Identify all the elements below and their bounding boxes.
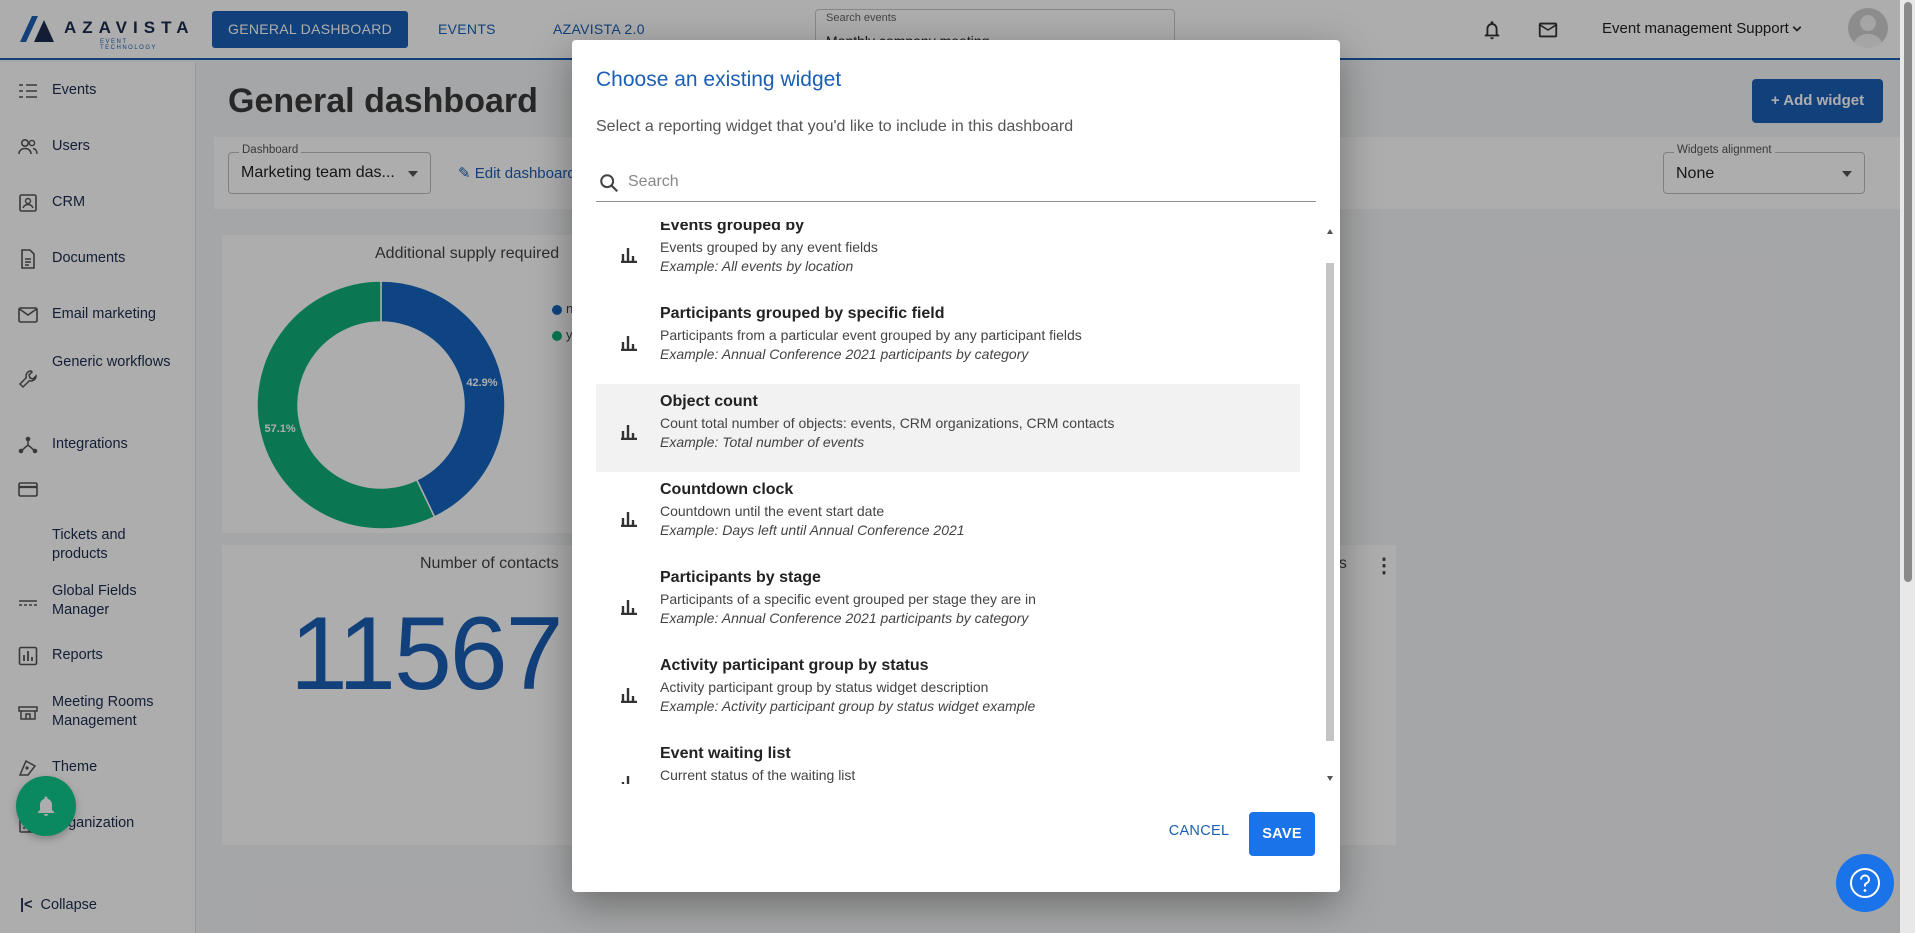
widget-list-scrollbar-thumb[interactable] <box>1326 263 1334 741</box>
widget-search[interactable] <box>596 164 1316 202</box>
bar-chart-icon <box>621 600 637 615</box>
bar-chart-icon <box>621 425 637 440</box>
widget-search-input[interactable] <box>628 170 1308 194</box>
widget-option-example: Example: Days left until Annual Conferen… <box>660 522 965 538</box>
widget-list: Events grouped by Events grouped by any … <box>596 222 1316 784</box>
page-scrollbar-thumb[interactable] <box>1904 2 1912 582</box>
widget-option-title: Participants grouped by specific field <box>660 305 945 322</box>
widget-option-participants-grouped[interactable]: Participants grouped by specific field P… <box>596 305 1300 393</box>
widget-option-description: Current status of the waiting list <box>660 767 856 783</box>
widget-option-example: Example: All events by location <box>660 258 854 274</box>
widget-option-description: Count total number of objects: events, C… <box>660 415 1115 431</box>
widget-option-title: Participants by stage <box>660 569 821 586</box>
widget-option-description: Participants of a specific event grouped… <box>660 591 1036 607</box>
bar-chart-icon <box>621 776 635 784</box>
widget-option-example: Example: Annual Conference 2021 particip… <box>660 346 1029 362</box>
widget-option-title: Activity participant group by status <box>660 657 929 674</box>
page-scrollbar[interactable] <box>1900 0 1915 933</box>
widget-option-title: Countdown clock <box>660 481 794 498</box>
widget-option-title: Event waiting list <box>660 745 791 762</box>
widget-option-example: Example: Activity participant group by s… <box>660 698 1036 714</box>
widget-option-activity-participant-group[interactable]: Activity participant group by status Act… <box>596 657 1300 745</box>
bar-chart-icon <box>621 336 637 351</box>
widget-option-participants-by-stage[interactable]: Participants by stage Participants of a … <box>596 569 1300 657</box>
cancel-button[interactable]: CANCEL <box>1162 813 1236 849</box>
dialog-subtitle: Select a reporting widget that you'd lik… <box>596 118 1074 135</box>
widget-option-description: Events grouped by any event fields <box>660 239 878 255</box>
widget-option-title: Object count <box>660 393 758 410</box>
search-icon <box>600 174 619 193</box>
help-fab[interactable] <box>1836 854 1894 912</box>
dialog-title: Choose an existing widget <box>596 68 842 91</box>
widget-option-object-count[interactable]: Object count Count total number of objec… <box>596 384 1300 472</box>
widget-option-events-grouped-by[interactable]: Events grouped by Events grouped by any … <box>596 222 1300 305</box>
scroll-up-arrow-icon[interactable] <box>1327 229 1333 234</box>
help-icon <box>1850 868 1880 898</box>
scroll-down-arrow-icon[interactable] <box>1327 776 1333 781</box>
bar-chart-icon <box>621 688 637 703</box>
widget-option-event-waiting-list[interactable]: Event waiting list Current status of the… <box>596 745 1300 784</box>
widget-option-example: Example: Total number of events <box>660 434 865 450</box>
widget-option-description: Countdown until the event start date <box>660 503 885 519</box>
choose-widget-dialog: Choose an existing widget Select a repor… <box>572 40 1340 892</box>
widget-option-title: Events grouped by <box>660 222 805 234</box>
widget-list-scrollbar[interactable] <box>1324 223 1336 785</box>
bar-chart-icon <box>621 512 637 527</box>
widget-option-countdown-clock[interactable]: Countdown clock Countdown until the even… <box>596 481 1300 569</box>
save-button[interactable]: SAVE <box>1249 812 1315 856</box>
widget-option-description: Activity participant group by status wid… <box>660 679 989 695</box>
widget-option-example: Example: Annual Conference 2021 particip… <box>660 610 1029 626</box>
widget-option-description: Participants from a particular event gro… <box>660 327 1082 343</box>
bar-chart-icon <box>621 248 637 263</box>
